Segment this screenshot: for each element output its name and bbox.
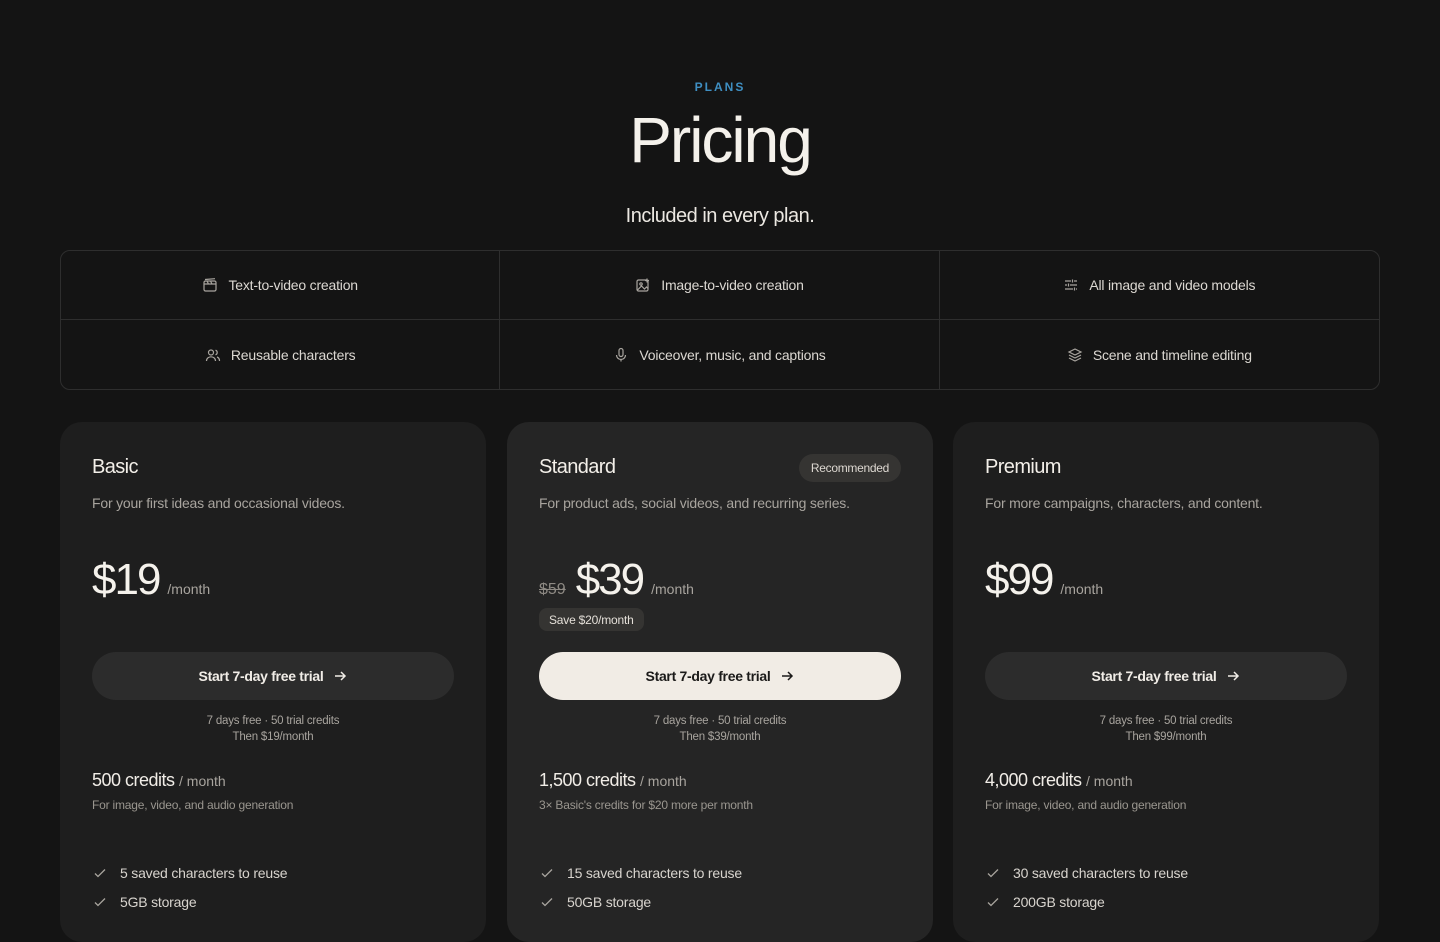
original-price: $59 <box>539 581 566 598</box>
plan-card-standard: Standard Recommended For product ads, so… <box>507 422 933 942</box>
feature-all-models: All image and video models <box>939 251 1379 320</box>
credits-note: For image, video, and audio generation <box>92 798 294 812</box>
list-item-label: 5GB storage <box>120 893 197 910</box>
credits-note: For image, video, and audio generation <box>985 798 1187 812</box>
plan-feature-list: 15 saved characters to reuse 50GB storag… <box>539 858 901 916</box>
recommended-badge: Recommended <box>798 454 901 482</box>
price-period: /month <box>651 581 694 597</box>
list-item-label: 5 saved characters to reuse <box>120 864 288 881</box>
plan-feature-list: 5 saved characters to reuse 5GB storage <box>92 858 454 916</box>
cta-label: Start 7-day free trial <box>198 668 324 684</box>
list-item: 5GB storage <box>92 887 454 916</box>
check-icon <box>539 865 555 881</box>
credits-period: / month <box>640 773 687 789</box>
plan-card-premium: Premium For more campaigns, characters, … <box>953 422 1379 942</box>
check-icon <box>539 894 555 910</box>
list-item: 5 saved characters to reuse <box>92 858 454 887</box>
plan-name: Premium <box>985 456 1061 478</box>
plan-name: Basic <box>92 456 139 478</box>
list-item-label: 15 saved characters to reuse <box>567 864 742 881</box>
plan-feature-list: 30 saved characters to reuse 200GB stora… <box>985 858 1347 916</box>
list-item: 15 saved characters to reuse <box>539 858 901 887</box>
trial-info: 7 days free · 50 trial credits Then $39/… <box>539 713 901 745</box>
included-features-grid: Text-to-video creation Image-to-video cr… <box>60 250 1380 390</box>
arrow-right-icon <box>782 671 794 681</box>
cta-label: Start 7-day free trial <box>645 668 771 684</box>
credits-note: 3× Basic's credits for $20 more per mont… <box>539 798 753 812</box>
feature-image-to-video: Image-to-video creation <box>500 251 940 320</box>
credits-amount: 1,500 credits <box>539 770 636 790</box>
trial-then: Then $39/month <box>679 731 761 743</box>
credits-amount: 4,000 credits <box>985 770 1082 790</box>
start-trial-button[interactable]: Start 7-day free trial <box>539 652 901 700</box>
price-period: /month <box>167 581 211 597</box>
layers-icon <box>1067 347 1083 363</box>
credits-period: / month <box>179 773 226 789</box>
plan-price: $99 <box>985 555 1054 604</box>
trial-line: 7 days free · 50 trial credits <box>206 715 340 727</box>
plan-description: For product ads, social videos, and recu… <box>539 495 850 511</box>
microphone-icon <box>613 347 629 363</box>
list-item-label: 200GB storage <box>1013 893 1105 910</box>
plan-description: For more campaigns, characters, and cont… <box>985 495 1263 511</box>
users-icon <box>205 347 221 363</box>
feature-label: Text-to-video creation <box>228 277 358 293</box>
credits-period: / month <box>1086 773 1133 789</box>
arrow-right-icon <box>335 671 347 681</box>
list-item: 200GB storage <box>985 887 1347 916</box>
savings-badge: Save $20/month <box>539 608 644 631</box>
feature-text-to-video: Text-to-video creation <box>61 251 501 320</box>
image-plus-icon <box>635 277 651 293</box>
plans-eyebrow: PLANS <box>694 80 746 94</box>
plan-price: $19 <box>92 555 161 604</box>
clapperboard-icon <box>202 277 218 293</box>
check-icon <box>92 865 108 881</box>
trial-then: Then $99/month <box>1125 731 1207 743</box>
included-subtitle: Included in every plan. <box>625 205 815 227</box>
feature-voiceover: Voiceover, music, and captions <box>500 320 940 389</box>
trial-line: 7 days free · 50 trial credits <box>653 715 787 727</box>
feature-label: All image and video models <box>1089 277 1256 293</box>
feature-label: Scene and timeline editing <box>1092 346 1252 363</box>
page-title: Pricing <box>629 104 813 176</box>
credits-row: 4,000 credits / month <box>985 770 1133 791</box>
sliders-icon <box>1063 277 1079 293</box>
trial-then: Then $19/month <box>232 731 314 743</box>
start-trial-button[interactable]: Start 7-day free trial <box>92 652 454 700</box>
price-period: /month <box>1060 581 1104 597</box>
feature-label: Image-to-video creation <box>661 277 804 293</box>
list-item: 30 saved characters to reuse <box>985 858 1347 887</box>
plan-price: $39 <box>575 555 645 604</box>
price-row: $99 /month <box>985 556 1103 604</box>
credits-amount: 500 credits <box>92 770 175 790</box>
plan-description: For your first ideas and occasional vide… <box>92 495 345 511</box>
credits-row: 500 credits / month <box>92 770 226 791</box>
feature-reusable-characters: Reusable characters <box>61 320 501 389</box>
list-item-label: 30 saved characters to reuse <box>1013 864 1188 881</box>
list-item: 50GB storage <box>539 887 901 916</box>
cta-label: Start 7-day free trial <box>1091 668 1217 684</box>
list-item-label: 50GB storage <box>567 893 651 910</box>
plan-name: Standard <box>539 456 616 478</box>
price-row: $19 /month <box>92 556 210 604</box>
trial-line: 7 days free · 50 trial credits <box>1099 715 1233 727</box>
check-icon <box>985 865 1001 881</box>
check-icon <box>985 894 1001 910</box>
check-icon <box>92 894 108 910</box>
arrow-right-icon <box>1228 671 1240 681</box>
feature-scene-editing: Scene and timeline editing <box>940 320 1379 389</box>
trial-info: 7 days free · 50 trial credits Then $19/… <box>92 713 454 745</box>
feature-label: Reusable characters <box>230 346 356 363</box>
credits-row: 1,500 credits / month <box>539 770 687 791</box>
start-trial-button[interactable]: Start 7-day free trial <box>985 652 1347 700</box>
plan-card-basic: Basic For your first ideas and occasiona… <box>60 422 486 942</box>
feature-label: Voiceover, music, and captions <box>639 346 826 363</box>
price-row: $59 $39 /month <box>539 556 694 604</box>
trial-info: 7 days free · 50 trial credits Then $99/… <box>985 713 1347 745</box>
